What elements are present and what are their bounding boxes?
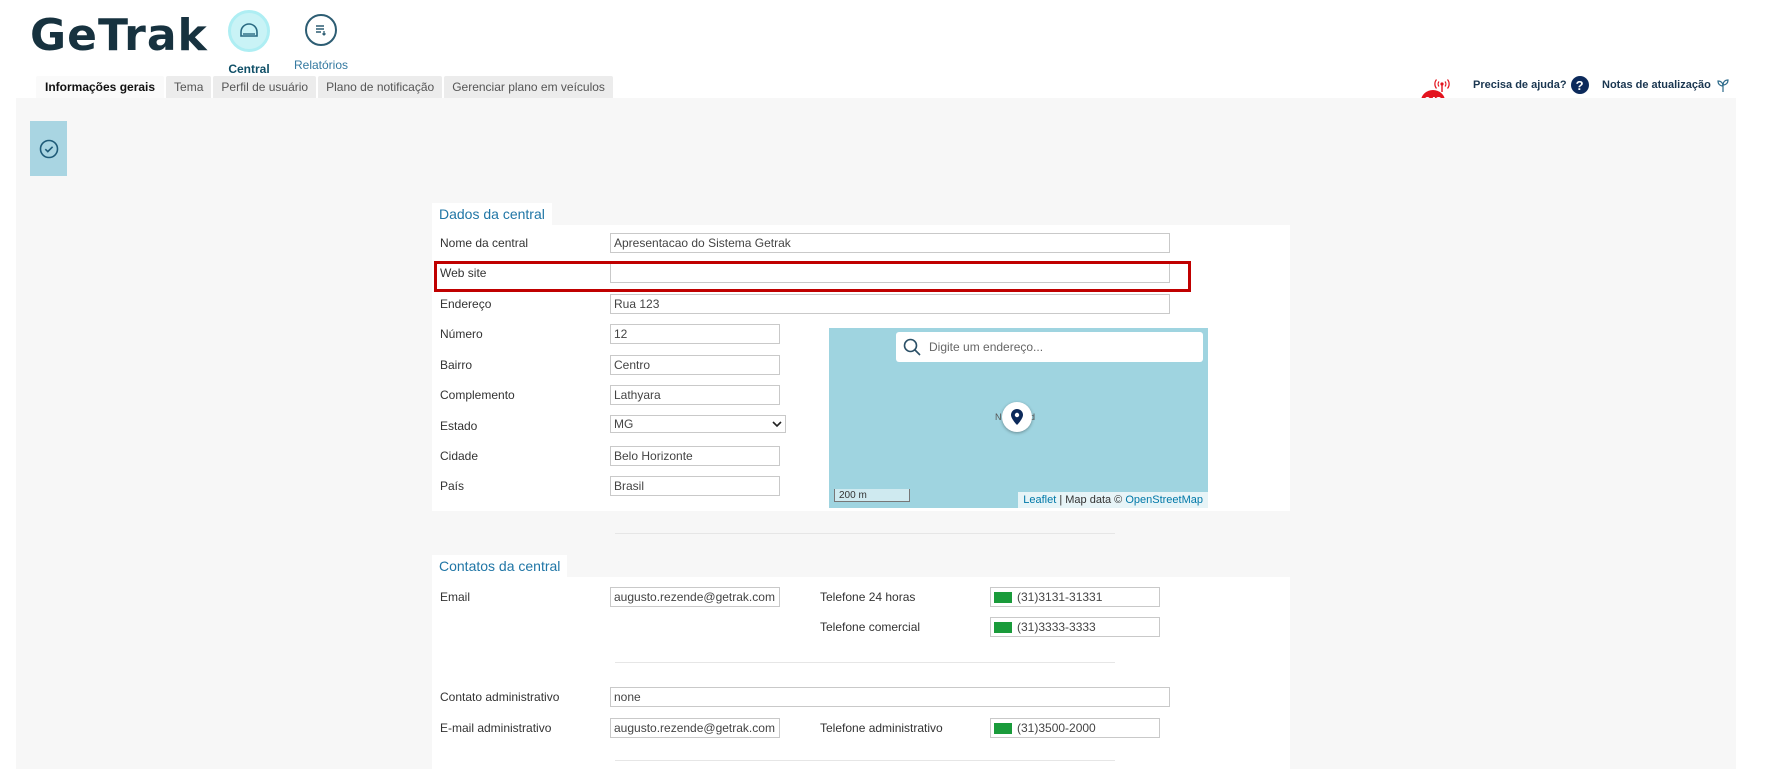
tab-plano-notificacao[interactable]: Plano de notificação: [318, 76, 443, 98]
label-numero: Número: [440, 327, 483, 341]
contatos-panel: [432, 577, 1290, 769]
tel-adm-input[interactable]: (31)3500-2000: [990, 718, 1160, 738]
seedling-icon: [1717, 79, 1729, 92]
report-icon: [305, 14, 337, 46]
help-link[interactable]: Precisa de ajuda? ?: [1473, 74, 1589, 96]
label-tel24: Telefone 24 horas: [820, 590, 916, 604]
bairro-input[interactable]: [610, 355, 780, 375]
attribution-text: | Map data ©: [1056, 494, 1126, 506]
label-endereco: Endereço: [440, 297, 492, 311]
complemento-input[interactable]: [610, 385, 780, 405]
chevron-down-icon: [772, 421, 782, 428]
map-search-box[interactable]: Digite um endereço...: [896, 332, 1203, 362]
map-search-placeholder: Digite um endereço...: [929, 340, 1044, 354]
question-icon: ?: [1570, 76, 1589, 94]
highlight-website: [434, 261, 1191, 292]
brand-name: GeTrak: [30, 10, 208, 61]
divider: [615, 662, 1115, 663]
map-place-label-left: N: [995, 412, 1002, 422]
module-central[interactable]: Central: [214, 10, 284, 76]
email-input[interactable]: [610, 587, 780, 607]
label-cidade: Cidade: [440, 449, 479, 463]
module-relatorios-label: Relatórios: [293, 58, 349, 72]
telcom-value: (31)3333-3333: [1017, 620, 1096, 634]
divider: [615, 760, 1115, 761]
tab-gerenciar-plano[interactable]: Gerenciar plano em veículos: [444, 76, 613, 98]
label-nome: Nome da central: [440, 236, 529, 250]
save-button[interactable]: [30, 121, 67, 176]
pais-input[interactable]: [610, 476, 780, 496]
telcom-input[interactable]: (31)3333-3333: [990, 617, 1160, 637]
map-pin-icon: [1011, 409, 1023, 425]
email-adm-input[interactable]: [610, 718, 780, 738]
brazil-flag-icon: [994, 622, 1012, 633]
settings-tabs: Informações gerais Tema Perfil de usuári…: [36, 76, 613, 98]
tab-perfil-usuario[interactable]: Perfil de usuário: [213, 76, 317, 98]
label-complemento: Complemento: [440, 388, 515, 402]
section-contatos-title: Contatos da central: [432, 555, 568, 577]
support-icon: [228, 10, 270, 52]
label-bairro: Bairro: [440, 358, 473, 372]
tab-informacoes-gerais[interactable]: Informações gerais: [36, 76, 165, 98]
nome-central-input[interactable]: [610, 233, 1170, 253]
section-dados-title: Dados da central: [432, 203, 552, 225]
numero-input[interactable]: [610, 324, 780, 344]
label-email-adm: E-mail administrativo: [440, 721, 552, 735]
tel24-input[interactable]: (31)3131-31331: [990, 587, 1160, 607]
label-tel-adm: Telefone administrativo: [820, 721, 943, 735]
leaflet-link[interactable]: Leaflet: [1023, 494, 1056, 506]
endereco-input[interactable]: [610, 294, 1170, 314]
help-label: Precisa de ajuda?: [1473, 79, 1567, 91]
map-scale: 200 m: [834, 489, 910, 502]
getrak-logo: GeTrak: [30, 10, 212, 61]
map-attribution: Leaflet | Map data © OpenStreetMap: [1018, 492, 1208, 508]
location-map[interactable]: Digite um endereço... N d 200 m Leaflet …: [829, 328, 1208, 508]
estado-select[interactable]: MG: [610, 415, 786, 433]
estado-value: MG: [614, 417, 634, 431]
module-relatorios[interactable]: Relatórios: [286, 10, 356, 72]
label-pais: País: [440, 479, 465, 493]
release-notes-link[interactable]: Notas de atualização: [1596, 74, 1737, 96]
tab-tema[interactable]: Tema: [166, 76, 212, 98]
divider: [615, 533, 1115, 534]
map-marker[interactable]: [1002, 402, 1032, 432]
label-email: Email: [440, 590, 471, 604]
brazil-flag-icon: [994, 723, 1012, 734]
search-icon: [903, 338, 921, 356]
label-contato-adm: Contato administrativo: [440, 690, 560, 704]
openstreetmap-link[interactable]: OpenStreetMap: [1125, 494, 1203, 506]
cidade-input[interactable]: [610, 446, 780, 466]
contato-adm-input[interactable]: [610, 687, 1170, 707]
tel-adm-value: (31)3500-2000: [1017, 721, 1096, 735]
release-notes-label: Notas de atualização: [1602, 79, 1711, 91]
label-telcom: Telefone comercial: [820, 620, 921, 634]
module-central-label: Central: [228, 62, 270, 76]
brazil-flag-icon: [994, 592, 1012, 603]
tel24-value: (31)3131-31331: [1017, 590, 1103, 604]
label-estado: Estado: [440, 419, 478, 433]
check-circle-icon: [39, 139, 58, 158]
